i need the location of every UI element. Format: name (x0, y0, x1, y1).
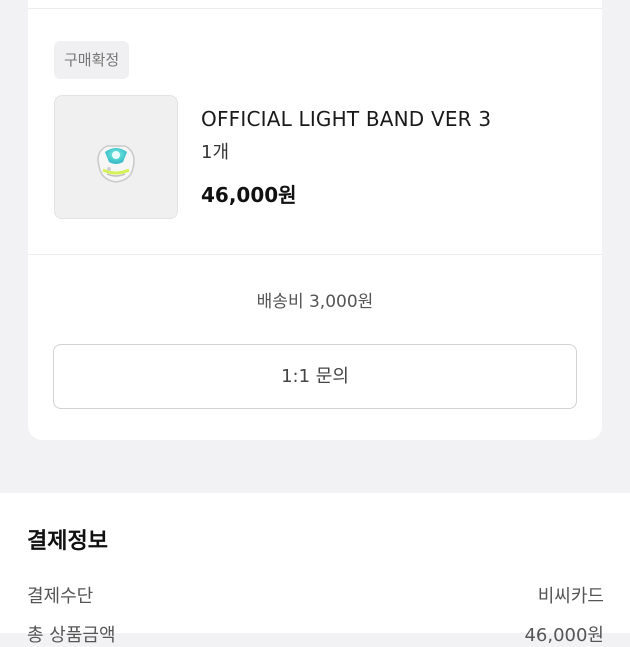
inquiry-button[interactable]: 1:1 문의 (53, 344, 577, 409)
divider (28, 254, 602, 255)
light-band-image (97, 145, 135, 183)
total-product-amount-value: 46,000원 (524, 625, 604, 646)
payment-method-label: 결제수단 (27, 586, 94, 607)
payment-info-title: 결제정보 (27, 529, 108, 554)
order-card: 구매확정 OFFICIAL LIGHT BAND VER 3 1개 46,000… (28, 0, 602, 440)
status-badge: 구매확정 (54, 41, 130, 79)
payment-method-row: 결제수단 비씨카드 (27, 582, 604, 607)
product-price: 46,000원 (201, 183, 297, 207)
divider (28, 8, 602, 9)
payment-method-value: 비씨카드 (537, 586, 604, 607)
product-quantity: 1개 (201, 142, 230, 163)
payment-info-section: 결제정보 결제수단 비씨카드 총 상품금액 46,000원 (0, 493, 630, 646)
product-name[interactable]: OFFICIAL LIGHT BAND VER 3 (201, 107, 491, 131)
total-product-amount-row: 총 상품금액 46,000원 (27, 621, 604, 646)
shipping-fee: 배송비 3,000원 (256, 292, 374, 312)
product-thumbnail[interactable] (54, 95, 178, 219)
total-product-amount-label: 총 상품금액 (27, 625, 116, 646)
